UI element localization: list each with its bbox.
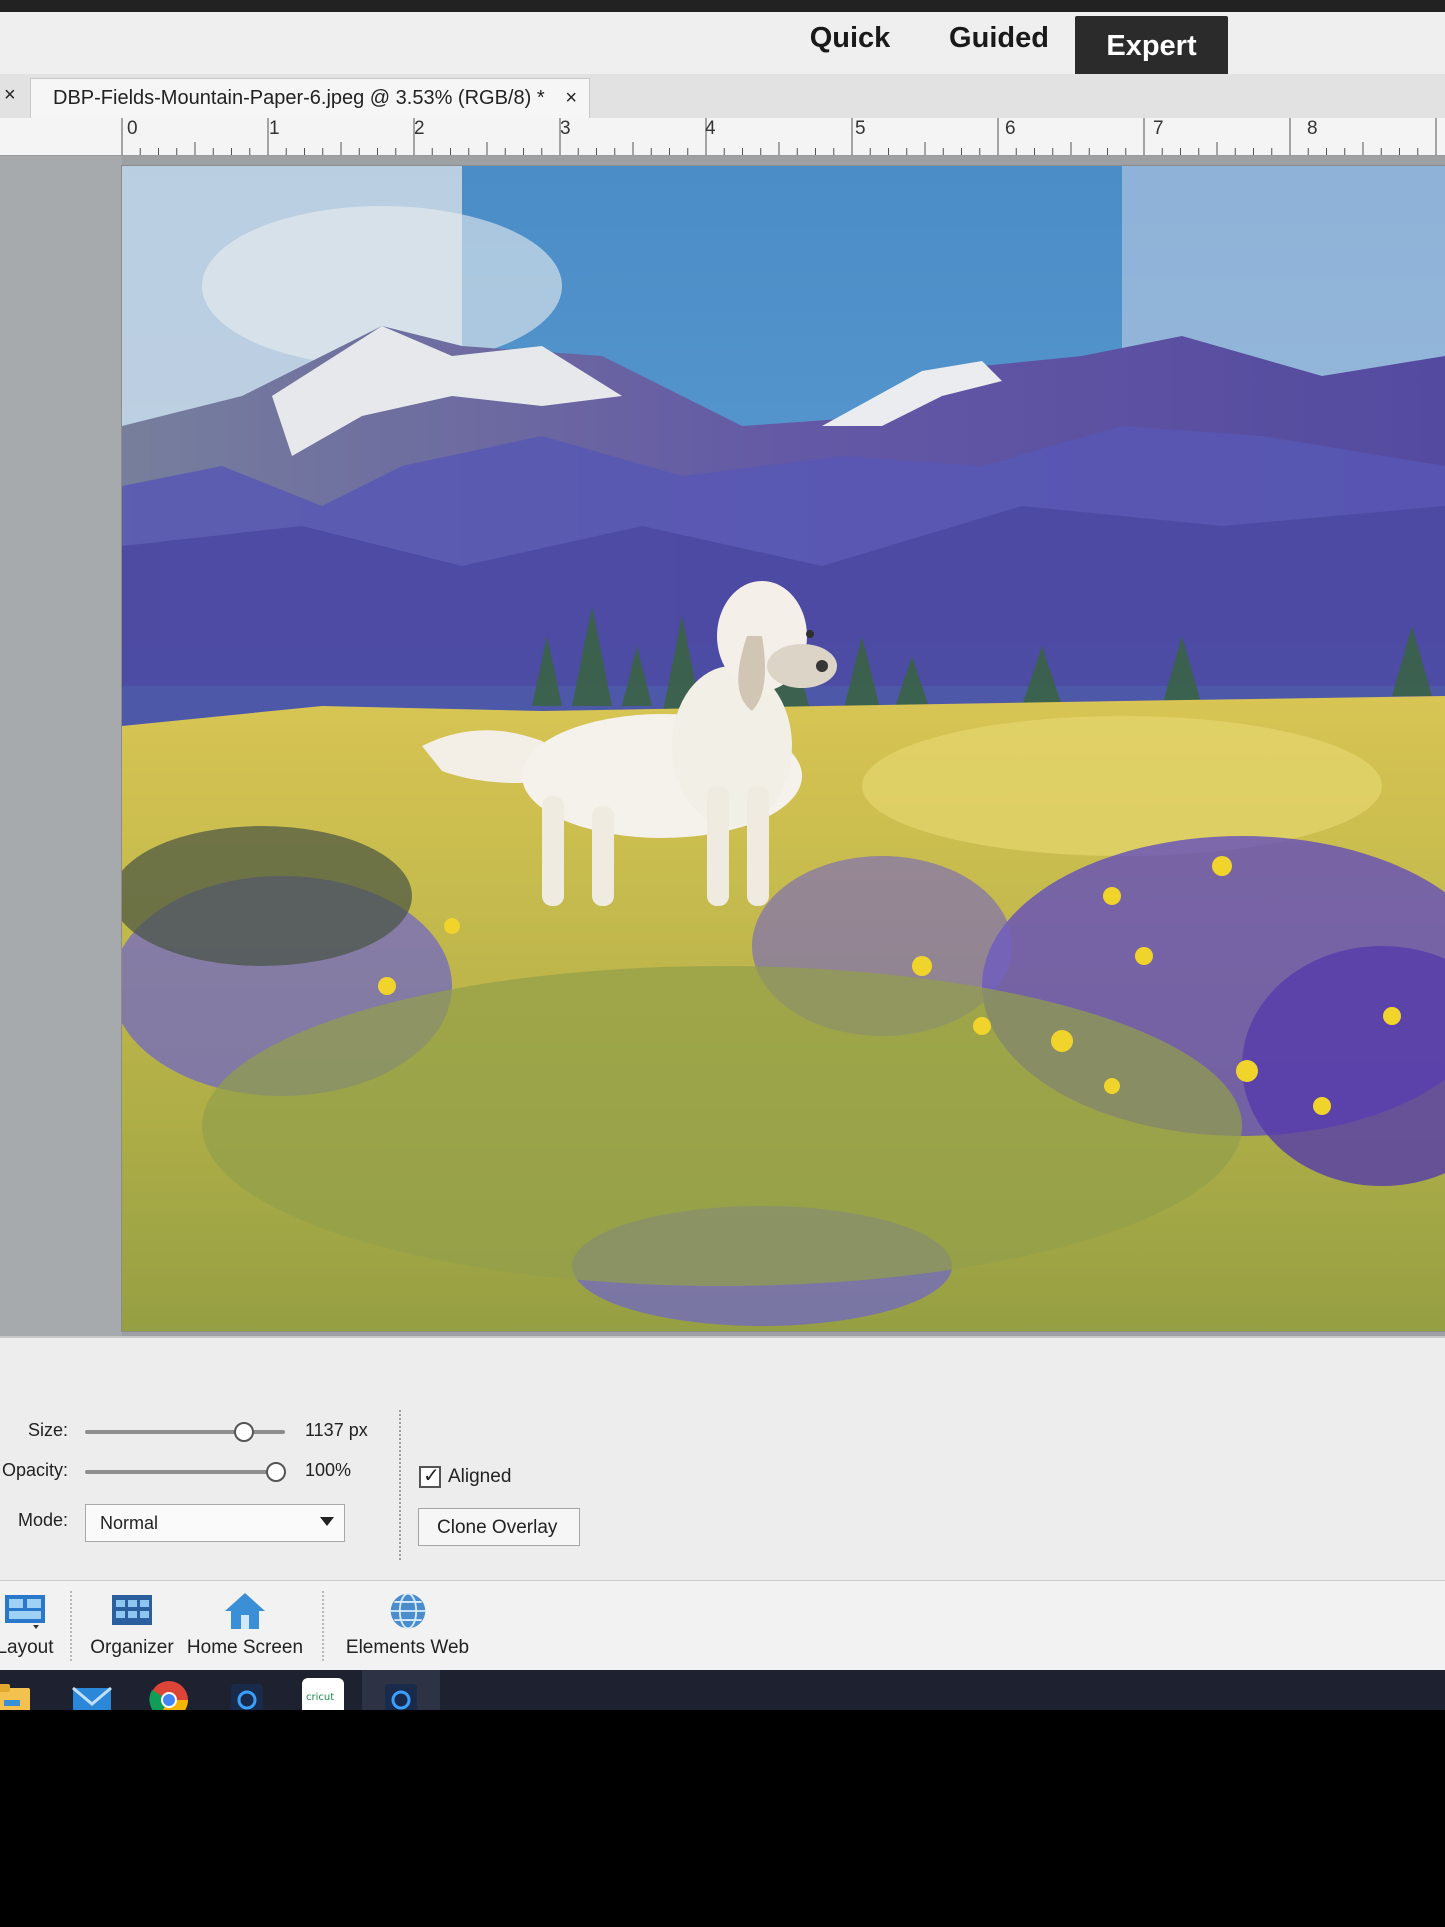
opacity-slider[interactable] [85,1470,275,1474]
mode-label: Mode: [17,1510,68,1530]
home-screen-button[interactable]: Home Screen [180,1581,310,1677]
ruler-label: 3 [560,118,571,139]
ruler-label: 7 [1153,118,1164,139]
clone-overlay-label: Clone Overlay [437,1517,558,1538]
home-icon [225,1593,265,1629]
layout-icon [5,1595,45,1629]
cricut-icon[interactable]: cricut [302,1678,344,1710]
globe-icon [390,1592,425,1630]
document-tab-bar: × DBP-Fields-Mountain-Paper-6.jpeg @ 3.5… [0,74,1445,119]
mode-guided-button[interactable]: Guided [930,12,1068,64]
bottom-bar-divider [322,1591,324,1661]
close-icon[interactable]: × [565,87,577,110]
blend-mode-value: Normal [100,1513,159,1533]
home-screen-label: Home Screen [186,1637,304,1658]
clone-overlay-button[interactable]: Clone Overlay [418,1508,580,1546]
bottom-bar: Layout Organizer Home Screen Elements We… [0,1580,1445,1677]
mail-icon[interactable] [70,1678,114,1710]
layout-button[interactable]: Layout [0,1581,70,1677]
photoshop-elements-editor-icon[interactable] [379,1678,423,1710]
close-icon[interactable]: × [4,84,16,107]
organizer-icon [112,1595,152,1625]
cricut-text: cricut [306,1692,335,1703]
organizer-button[interactable]: Organizer [72,1581,192,1677]
ruler-ticks [121,118,1437,155]
document-tab-title: DBP-Fields-Mountain-Paper-6.jpeg @ 3.53%… [53,87,545,109]
elements-web-label: Elements Web [345,1637,470,1658]
document-tab[interactable]: DBP-Fields-Mountain-Paper-6.jpeg @ 3.53%… [30,78,590,119]
mode-bar: Quick Guided Expert [0,12,1445,76]
horizontal-ruler: 0 1 2 3 4 5 6 7 8 [0,118,1445,156]
canvas-area[interactable] [0,156,1445,1336]
ruler-label: 5 [855,118,866,139]
canvas-pasteboard [0,156,122,1336]
mode-quick-button[interactable]: Quick [790,12,910,64]
mode-expert-button[interactable]: Expert [1075,16,1228,76]
watercolor-painting [122,166,1445,1331]
ruler-label: 8 [1307,118,1318,139]
ruler-label: 4 [705,118,716,139]
ruler-label: 6 [1005,118,1016,139]
photoshop-elements-icon[interactable] [225,1678,269,1710]
opacity-slider-knob[interactable] [266,1462,286,1482]
opacity-value: 100% [305,1460,352,1480]
aligned-label: Aligned [448,1466,512,1487]
aligned-checkbox[interactable]: ✓ [419,1465,441,1488]
window-top-strip [0,0,1445,12]
size-value: 1137 px [305,1420,368,1440]
layout-label: Layout [0,1637,54,1658]
blend-mode-select[interactable]: Normal [85,1504,345,1542]
windows-taskbar: cricut [0,1670,1445,1710]
opacity-label: Opacity: [1,1460,68,1480]
ruler-label: 2 [414,118,425,139]
size-slider-knob[interactable] [234,1422,254,1442]
elements-web-button[interactable]: Elements Web [335,1581,480,1677]
tool-options-panel: Size: 1137 px Opacity: 100% Mode: Normal… [0,1336,1445,1582]
document-image[interactable] [122,166,1445,1331]
chevron-down-icon [320,1517,334,1526]
size-slider[interactable] [85,1430,285,1434]
chrome-icon[interactable] [147,1678,191,1710]
ruler-label: 0 [127,118,138,139]
size-label: Size: [27,1420,68,1440]
organizer-label: Organizer [90,1637,174,1658]
options-divider [399,1410,401,1560]
photoshop-elements-window: Quick Guided Expert × DBP-Fields-Mountai… [0,0,1445,1710]
ruler-label: 1 [269,118,280,139]
check-icon: ✓ [423,1465,440,1487]
file-explorer-icon[interactable] [0,1678,34,1710]
